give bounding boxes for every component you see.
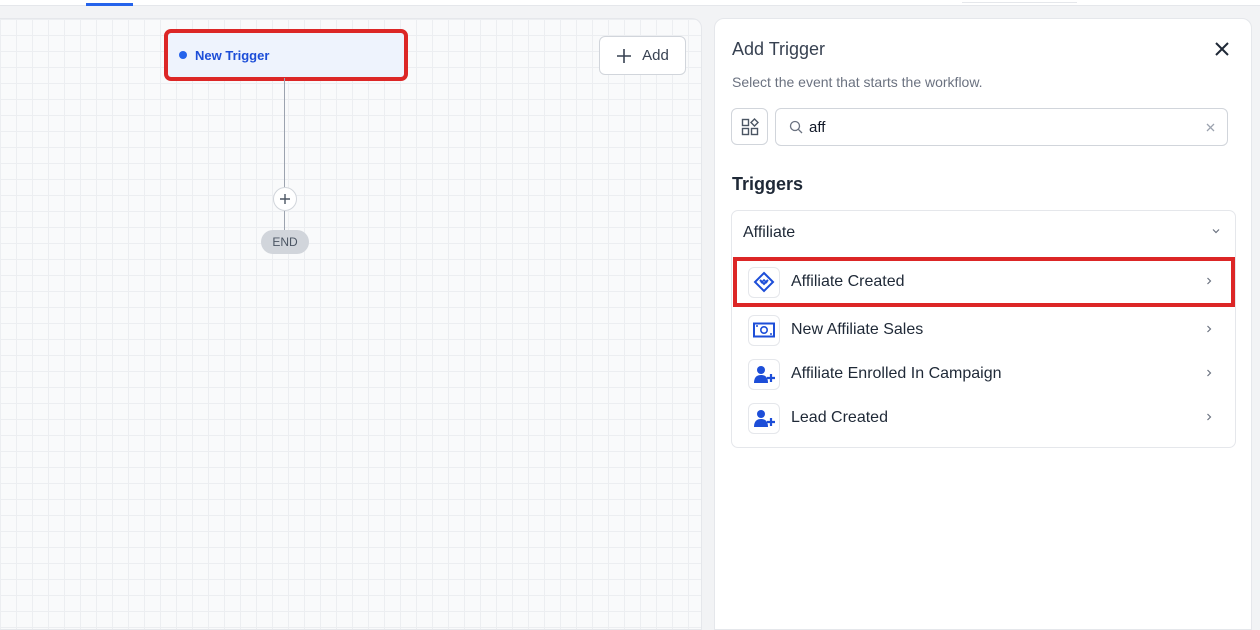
panel-title: Add Trigger (732, 39, 826, 59)
add-trigger-panel: Add Trigger Select the event that starts… (714, 18, 1252, 630)
chevron-right-icon (1207, 413, 1212, 421)
top-bar-field (962, 0, 1077, 3)
trigger-status-dot (179, 51, 187, 59)
close-button[interactable] (1212, 39, 1232, 59)
trigger-item-label: Affiliate Created (791, 273, 905, 290)
trigger-item-affiliate-created[interactable]: Affiliate Created (733, 257, 1235, 307)
trigger-item-label: New Affiliate Sales (791, 321, 924, 338)
chevron-right-icon (1207, 325, 1212, 333)
trigger-item-label: Affiliate Enrolled In Campaign (791, 365, 1002, 382)
clear-search-icon[interactable] (1206, 120, 1215, 135)
plus-icon (280, 194, 290, 204)
add-button-label: Add (642, 47, 669, 64)
plus-icon (617, 48, 632, 63)
add-step-button[interactable] (273, 187, 297, 211)
workflow-canvas[interactable]: New Trigger END Add (0, 18, 702, 630)
money-bill-icon (748, 314, 780, 346)
add-button[interactable]: Add (599, 36, 686, 75)
chevron-down-icon (1212, 229, 1220, 234)
search-icon (789, 120, 803, 134)
affiliate-group-header[interactable]: Affiliate (732, 211, 1235, 255)
connector-line-end (284, 211, 285, 230)
apps-grid-icon (741, 117, 759, 135)
trigger-item-lead-created[interactable]: Lead Created (735, 395, 1233, 441)
affiliate-group: Affiliate Affiliate Created New Affiliat… (731, 210, 1236, 448)
trigger-node-label: New Trigger (195, 47, 270, 63)
panel-subtitle: Select the event that starts the workflo… (732, 74, 983, 90)
trigger-item-new-affiliate-sales[interactable]: New Affiliate Sales (735, 307, 1233, 353)
top-bar (0, 0, 1260, 6)
group-name: Affiliate (743, 224, 796, 241)
connector-line (284, 78, 285, 187)
chevron-right-icon (1207, 277, 1212, 285)
trigger-item-label: Lead Created (791, 409, 888, 426)
chevron-right-icon (1207, 369, 1212, 377)
user-plus-icon (748, 358, 780, 390)
search-input[interactable] (809, 118, 1189, 136)
active-tab-indicator (86, 3, 133, 6)
search-field[interactable] (775, 108, 1228, 146)
category-grid-button[interactable] (731, 108, 768, 145)
section-title: Triggers (732, 174, 804, 194)
end-node: END (261, 230, 309, 254)
close-icon (1215, 42, 1229, 56)
affiliate-handshake-icon (748, 266, 780, 298)
new-trigger-node[interactable]: New Trigger (164, 29, 408, 81)
trigger-item-affiliate-enrolled-in-campaign[interactable]: Affiliate Enrolled In Campaign (735, 351, 1233, 397)
user-plus-icon (748, 402, 780, 434)
